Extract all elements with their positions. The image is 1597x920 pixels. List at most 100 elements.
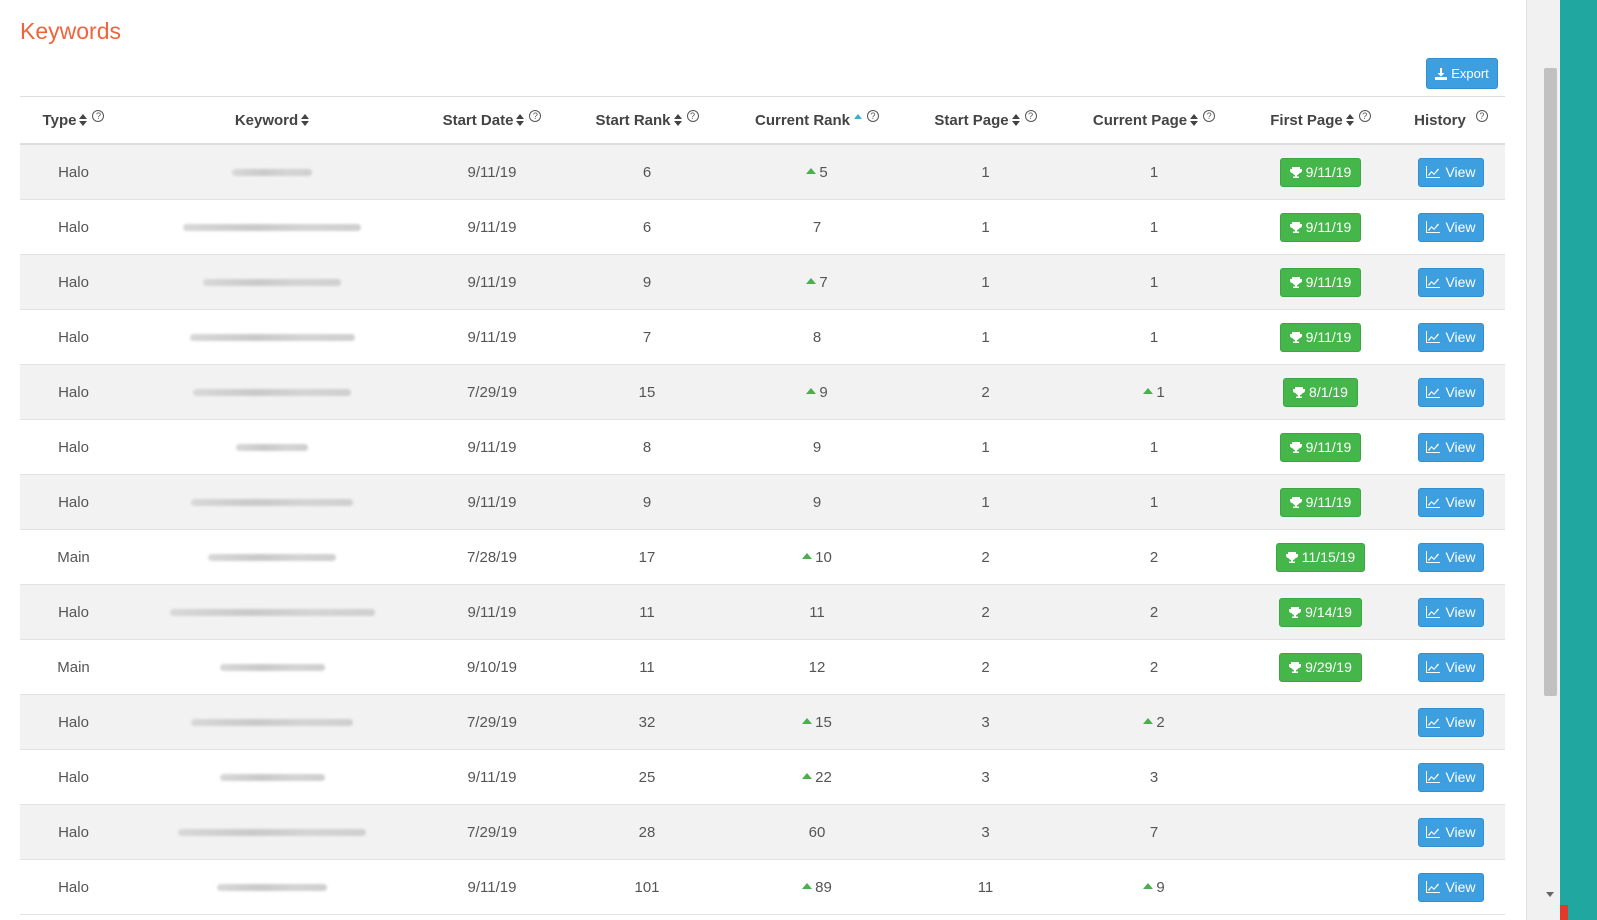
- scrollbar-thumb[interactable]: [1544, 68, 1557, 696]
- cell-current-page: 1: [1064, 384, 1244, 401]
- cell-type: Halo: [58, 493, 89, 511]
- sort-icon[interactable]: [1345, 114, 1354, 126]
- view-history-button[interactable]: View: [1418, 542, 1484, 572]
- col-start-rank-header[interactable]: Start Rank?: [567, 110, 727, 129]
- table-header: Type? Keyword Start Date? Start Rank? Cu…: [20, 97, 1505, 145]
- help-icon[interactable]: ?: [867, 110, 880, 122]
- table-row: Halo 7/29/19 15 9 2 1 8/1/19 View: [20, 365, 1505, 420]
- trophy-icon: [1289, 222, 1302, 233]
- trend-up-icon: [1143, 718, 1154, 724]
- cell-current-page: 3: [1149, 768, 1159, 786]
- first-page-badge: 9/11/19: [1279, 322, 1362, 352]
- cell-type: Main: [57, 658, 90, 676]
- cell-start-date: 9/11/19: [467, 163, 517, 181]
- table-row: Halo 7/29/19 28 60 3 7 View: [20, 805, 1505, 860]
- redacted-keyword: [189, 333, 355, 341]
- cell-history: View: [1397, 597, 1505, 627]
- cell-start-page: 1: [981, 163, 990, 181]
- redacted-keyword: [208, 553, 336, 561]
- trend-up-icon: [806, 388, 817, 394]
- cell-start-date: 9/11/19: [467, 273, 517, 291]
- cell-current-rank: 10: [727, 549, 907, 566]
- export-button[interactable]: Export: [1426, 58, 1498, 89]
- cell-type: Halo: [58, 383, 89, 401]
- col-current-rank-header[interactable]: Current Rank?: [727, 110, 907, 129]
- cell-history: View: [1397, 377, 1505, 407]
- page-title: Keywords: [20, 18, 121, 44]
- col-type-header[interactable]: Type?: [20, 110, 127, 129]
- cell-start-page: 1: [981, 328, 990, 346]
- view-history-button[interactable]: View: [1418, 872, 1484, 902]
- cell-keyword: [127, 883, 417, 891]
- col-current-page-header[interactable]: Current Page?: [1064, 110, 1244, 129]
- col-first-page-header[interactable]: First Page?: [1244, 110, 1397, 129]
- cell-current-rank: 11: [809, 603, 825, 621]
- cell-first-page: 9/11/19: [1244, 322, 1397, 352]
- view-history-button[interactable]: View: [1418, 322, 1484, 352]
- trend-up-icon: [802, 773, 813, 779]
- cell-current-page: 1: [1149, 218, 1159, 236]
- help-icon[interactable]: ?: [686, 110, 699, 122]
- cell-keyword: [127, 773, 417, 781]
- cell-keyword: [127, 168, 417, 176]
- scroll-down-arrow[interactable]: [1546, 892, 1554, 897]
- sort-icon[interactable]: [1190, 114, 1199, 126]
- table-row: Halo 9/11/19 7 8 1 1 9/11/19 View: [20, 310, 1505, 365]
- cell-current-page: 2: [1149, 658, 1159, 676]
- cell-first-page: 11/15/19: [1244, 542, 1397, 572]
- help-icon[interactable]: ?: [1475, 110, 1488, 122]
- redacted-keyword: [193, 388, 351, 396]
- cell-current-page: 1: [1149, 163, 1159, 181]
- line-chart-icon: [1426, 221, 1441, 233]
- view-history-button[interactable]: View: [1418, 597, 1484, 627]
- export-label: Export: [1451, 66, 1489, 81]
- view-history-button[interactable]: View: [1418, 267, 1484, 297]
- trophy-icon: [1289, 607, 1302, 618]
- col-keyword-header[interactable]: Keyword: [127, 112, 417, 129]
- sort-icon[interactable]: [301, 114, 310, 126]
- view-history-button[interactable]: View: [1418, 487, 1484, 517]
- cell-start-date: 9/10/19: [466, 658, 518, 676]
- col-start-date-header[interactable]: Start Date?: [417, 110, 567, 129]
- help-icon[interactable]: ?: [92, 110, 105, 122]
- cell-history: View: [1397, 762, 1505, 792]
- sort-icon[interactable]: [79, 114, 88, 126]
- help-icon[interactable]: ?: [1358, 110, 1371, 122]
- redacted-keyword: [169, 608, 375, 616]
- view-history-button[interactable]: View: [1418, 762, 1484, 792]
- trend-up-icon: [1143, 388, 1154, 394]
- cell-current-rank: 7: [812, 218, 822, 236]
- cell-current-rank: 60: [808, 823, 826, 841]
- trend-up-icon: [802, 718, 813, 724]
- view-history-button[interactable]: View: [1418, 432, 1484, 462]
- cell-start-rank: 32: [638, 713, 656, 731]
- cell-start-rank: 6: [642, 218, 652, 236]
- sort-asc-icon[interactable]: [854, 114, 863, 120]
- trophy-icon: [1285, 552, 1298, 563]
- view-history-button[interactable]: View: [1418, 212, 1484, 242]
- vertical-scrollbar[interactable]: [1526, 0, 1560, 920]
- cell-first-page: 9/14/19: [1244, 597, 1397, 627]
- sort-icon[interactable]: [673, 114, 682, 126]
- view-history-button[interactable]: View: [1418, 377, 1484, 407]
- first-page-badge: 9/11/19: [1279, 212, 1362, 242]
- help-icon[interactable]: ?: [529, 110, 542, 122]
- col-start-page-header[interactable]: Start Page?: [907, 110, 1064, 129]
- cell-start-rank: 15: [638, 383, 656, 401]
- cell-start-date: 9/11/19: [467, 218, 517, 236]
- view-history-button[interactable]: View: [1418, 707, 1484, 737]
- cell-keyword: [127, 223, 417, 231]
- line-chart-icon: [1426, 826, 1441, 838]
- help-icon[interactable]: ?: [1203, 110, 1216, 122]
- sort-icon[interactable]: [516, 114, 525, 126]
- cell-start-date: 7/29/19: [466, 383, 518, 401]
- view-history-button[interactable]: View: [1418, 652, 1484, 682]
- trophy-icon: [1289, 497, 1302, 508]
- help-icon[interactable]: ?: [1024, 110, 1037, 122]
- view-history-button[interactable]: View: [1418, 157, 1484, 187]
- sort-icon[interactable]: [1011, 114, 1020, 126]
- cell-first-page: 9/11/19: [1244, 267, 1397, 297]
- cell-start-rank: 9: [642, 273, 652, 291]
- cell-keyword: [127, 388, 417, 396]
- view-history-button[interactable]: View: [1418, 817, 1484, 847]
